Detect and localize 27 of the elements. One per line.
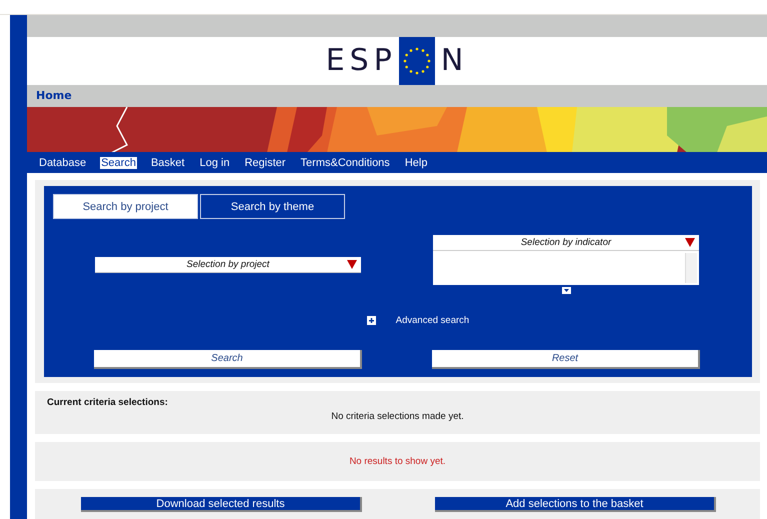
- dropdown-arrow-icon: [685, 238, 695, 247]
- nav-link[interactable]: Terms&Conditions: [300, 156, 391, 169]
- indicator-dropdown[interactable]: Selection by indicator: [433, 235, 699, 251]
- nav-link[interactable]: Basket: [150, 156, 186, 169]
- plus-icon[interactable]: [366, 316, 376, 325]
- search-tab[interactable]: Search by project: [53, 194, 198, 219]
- home-link[interactable]: Home: [36, 89, 72, 102]
- search-tab[interactable]: Search by theme: [200, 194, 345, 219]
- nav-link[interactable]: Register: [244, 156, 287, 169]
- dropdown-arrow-icon: [347, 260, 357, 269]
- criteria-heading: Current criteria selections:: [47, 397, 168, 408]
- logo-text: N: [440, 43, 468, 78]
- scrollbar[interactable]: [685, 253, 697, 283]
- project-dropdown[interactable]: Selection by project: [95, 257, 361, 273]
- form-button[interactable]: Reset: [432, 350, 700, 369]
- expand-icon[interactable]: [562, 287, 570, 294]
- action-button[interactable]: Download selected results: [81, 497, 362, 512]
- nav-link[interactable]: Log in: [198, 156, 231, 169]
- criteria-message: No criteria selections made yet.: [331, 411, 464, 422]
- advanced-search-link[interactable]: Advanced search: [396, 315, 470, 326]
- nav-link[interactable]: Database: [38, 156, 88, 169]
- action-button[interactable]: Add selections to the basket: [435, 497, 716, 512]
- logo-text: ESP: [326, 43, 397, 78]
- nav-link[interactable]: Search: [100, 156, 137, 169]
- nav-link[interactable]: Help: [404, 156, 428, 169]
- results-message: No results to show yet.: [349, 456, 446, 467]
- form-button[interactable]: Search: [94, 350, 362, 369]
